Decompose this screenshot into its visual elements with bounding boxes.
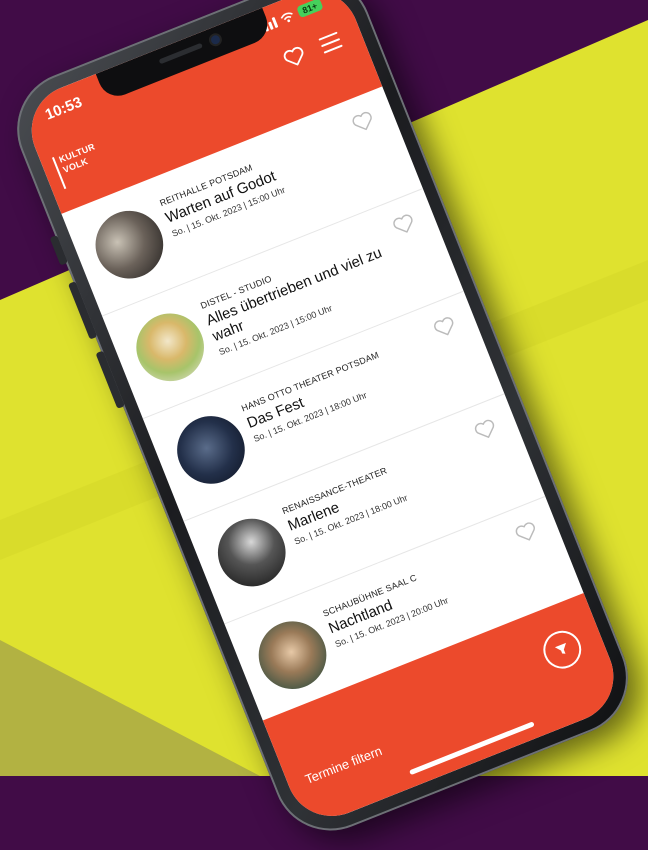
heart-outline-icon[interactable] bbox=[281, 44, 309, 71]
heart-outline-icon[interactable] bbox=[512, 519, 540, 546]
event-thumbnail bbox=[207, 508, 296, 597]
event-thumbnail bbox=[126, 303, 215, 392]
battery-indicator: 81+ bbox=[295, 0, 324, 19]
heart-outline-icon[interactable] bbox=[349, 109, 377, 136]
filter-label[interactable]: Termine filtern bbox=[303, 743, 384, 787]
heart-outline-icon[interactable] bbox=[431, 314, 459, 341]
status-time: 10:53 bbox=[42, 93, 85, 124]
speaker bbox=[158, 42, 203, 65]
filter-funnel-icon[interactable] bbox=[537, 625, 587, 675]
heart-outline-icon[interactable] bbox=[472, 416, 500, 443]
event-thumbnail bbox=[167, 406, 255, 494]
kulturvolk-logo[interactable]: KULTUR VOLK bbox=[51, 139, 111, 190]
event-thumbnail bbox=[85, 200, 174, 289]
camera bbox=[209, 33, 222, 46]
wifi-icon bbox=[280, 12, 293, 22]
event-thumbnail bbox=[248, 611, 337, 700]
heart-outline-icon[interactable] bbox=[390, 211, 418, 238]
hamburger-menu-icon[interactable] bbox=[318, 31, 344, 59]
